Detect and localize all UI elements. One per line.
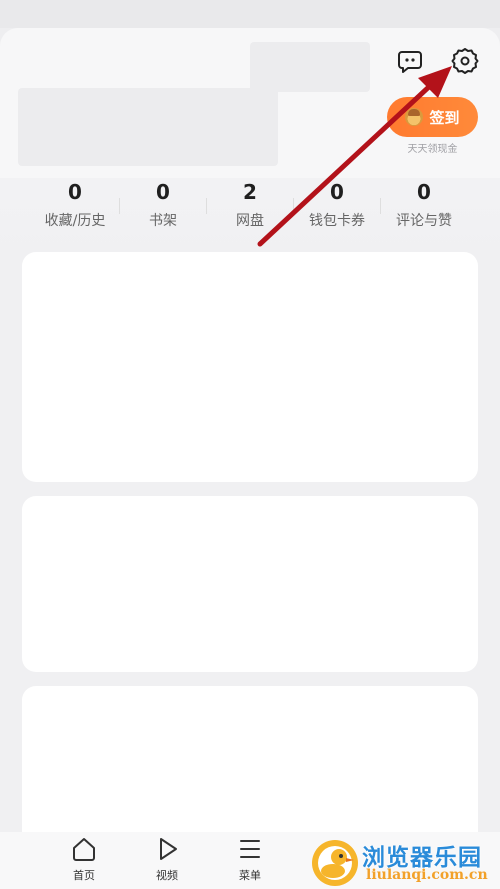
stat-label: 钱包卡券 [309, 213, 365, 229]
content-card [22, 686, 478, 832]
content-card [22, 496, 478, 672]
message-button[interactable] [395, 47, 425, 77]
stat-value: 0 [417, 180, 431, 204]
watermark-url: liulanqi.com.cn [366, 867, 488, 883]
checkin-label: 签到 [429, 108, 460, 127]
chat-bubble-icon [398, 51, 422, 73]
redacted-area [250, 42, 370, 92]
checkin-button[interactable]: 签到 [387, 97, 478, 137]
checkin-subtitle: 天天领现金 [407, 144, 458, 155]
play-icon [160, 838, 177, 860]
duck-logo-icon [312, 840, 358, 886]
stats-row: 0 收藏/历史 0 书架 2 网盘 0 钱包卡券 0 评论与赞 [0, 178, 500, 238]
tab-menu[interactable]: 菜单 [220, 836, 280, 883]
stat-value: 0 [68, 180, 82, 204]
tab-video[interactable]: 视频 [137, 836, 197, 883]
stat-value: 0 [330, 180, 344, 204]
home-icon [73, 838, 95, 861]
stat-label: 网盘 [236, 213, 264, 229]
stat-label: 收藏/历史 [44, 213, 106, 229]
stat-label: 书架 [149, 213, 177, 229]
tab-label: 菜单 [239, 869, 261, 882]
settings-button[interactable] [450, 46, 480, 76]
stat-netdisk[interactable]: 2 网盘 [206, 178, 294, 230]
gear-icon [451, 48, 479, 74]
stat-comments-likes[interactable]: 0 评论与赞 [380, 178, 468, 230]
stat-favorites-history[interactable]: 0 收藏/历史 [31, 178, 119, 230]
content-card [22, 252, 478, 482]
tab-label: 视频 [156, 869, 178, 882]
divider [206, 198, 207, 214]
coin-icon [405, 108, 424, 126]
stat-value: 0 [156, 180, 170, 204]
redacted-user-info[interactable] [18, 88, 278, 166]
tab-label: 首页 [73, 869, 95, 882]
stat-bookshelf[interactable]: 0 书架 [119, 178, 207, 230]
menu-icon [240, 840, 260, 858]
status-bar [0, 0, 500, 28]
divider [380, 198, 381, 214]
stat-wallet-coupons[interactable]: 0 钱包卡券 [293, 178, 381, 230]
divider [293, 198, 294, 214]
stat-value: 2 [243, 180, 257, 204]
tab-home[interactable]: 首页 [54, 836, 114, 883]
stat-label: 评论与赞 [396, 213, 452, 229]
watermark: 浏览器乐园 liulanqi.com.cn [310, 836, 500, 889]
divider [119, 198, 120, 214]
